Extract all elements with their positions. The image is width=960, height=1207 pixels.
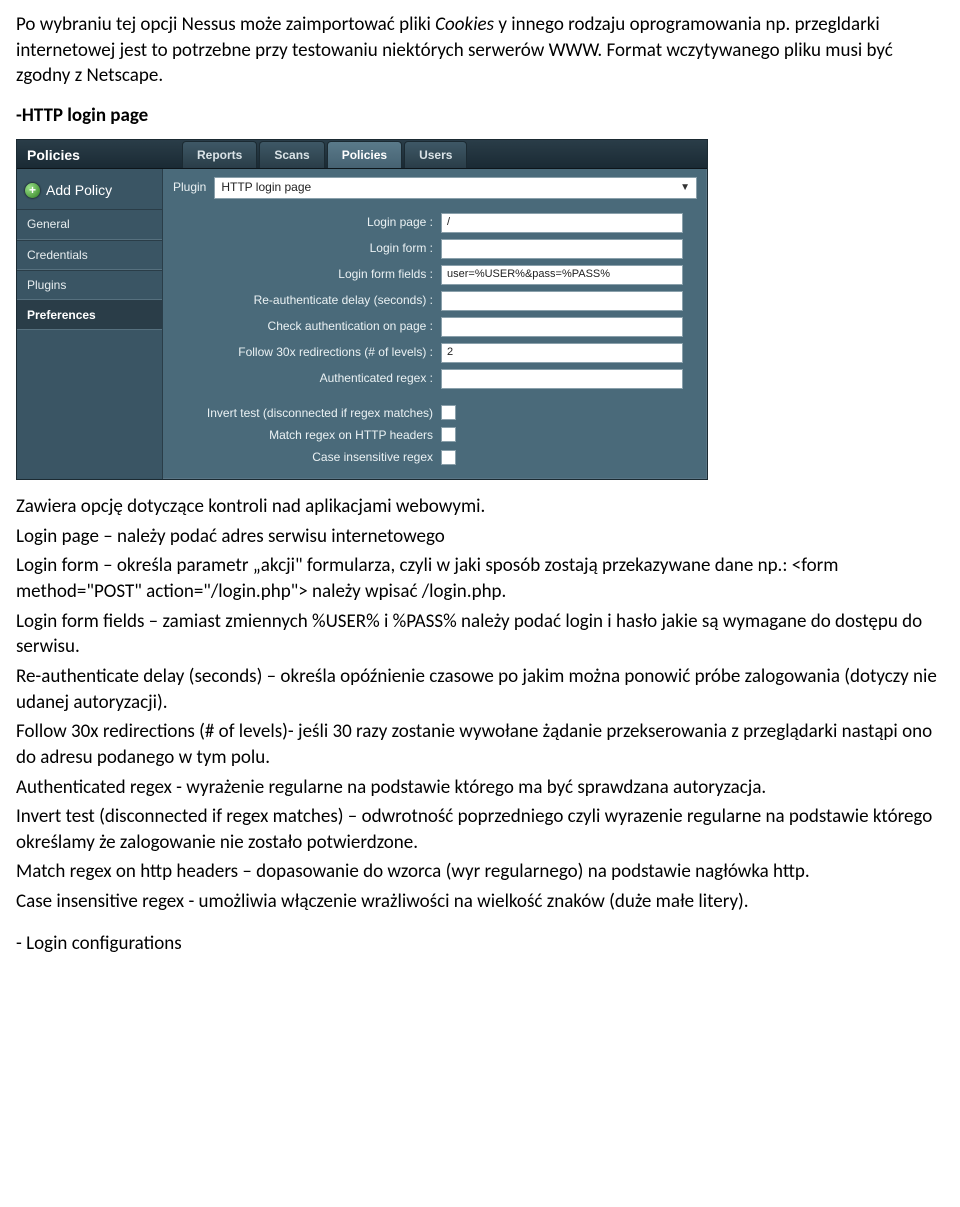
- tab-policies[interactable]: Policies: [327, 141, 402, 167]
- input-reauth-delay[interactable]: [441, 291, 683, 311]
- row-follow-30x: Follow 30x redirections (# of levels) : …: [173, 343, 697, 363]
- plugin-row: Plugin HTTP login page ▼: [173, 177, 697, 199]
- sidebar-item-plugins[interactable]: Plugins: [17, 270, 162, 300]
- row-login-page: Login page : /: [173, 213, 697, 233]
- label-login-form-fields: Login form fields :: [173, 266, 433, 282]
- row-auth-regex: Authenticated regex :: [173, 369, 697, 389]
- input-login-form[interactable]: [441, 239, 683, 259]
- section-login-configurations: - Login configurations: [16, 931, 944, 957]
- label-case-insensitive: Case insensitive regex: [173, 449, 433, 465]
- plus-icon: +: [25, 183, 40, 198]
- row-login-form-fields: Login form fields : user=%USER%&pass=%PA…: [173, 265, 697, 285]
- input-follow-30x[interactable]: 2: [441, 343, 683, 363]
- desc-login-page: Login page – należy podać adres serwisu …: [16, 524, 944, 550]
- row-match-headers: Match regex on HTTP headers: [173, 427, 697, 443]
- add-policy-button[interactable]: + Add Policy: [17, 175, 162, 210]
- chevron-down-icon: ▼: [680, 181, 690, 195]
- row-invert-test: Invert test (disconnected if regex match…: [173, 405, 697, 421]
- plugin-label: Plugin: [173, 179, 206, 195]
- tab-users[interactable]: Users: [404, 141, 467, 167]
- checkbox-invert-test[interactable]: [441, 405, 456, 420]
- sidebar-item-preferences[interactable]: Preferences: [17, 300, 162, 330]
- tab-reports[interactable]: Reports: [182, 141, 257, 167]
- input-check-auth-page[interactable]: [441, 317, 683, 337]
- label-check-auth-page: Check authentication on page :: [173, 318, 433, 334]
- label-reauth-delay: Re-authenticate delay (seconds) :: [173, 292, 433, 308]
- nessus-panel: Policies Reports Scans Policies Users + …: [16, 139, 708, 481]
- input-login-page[interactable]: /: [441, 213, 683, 233]
- row-case-insensitive: Case insensitive regex: [173, 449, 697, 465]
- label-invert-test: Invert test (disconnected if regex match…: [173, 405, 433, 421]
- label-match-headers: Match regex on HTTP headers: [173, 427, 433, 443]
- desc-match-headers: Match regex on http headers – dopasowani…: [16, 859, 944, 885]
- label-follow-30x: Follow 30x redirections (# of levels) :: [173, 344, 433, 360]
- input-login-form-fields[interactable]: user=%USER%&pass=%PASS%: [441, 265, 683, 285]
- row-login-form: Login form :: [173, 239, 697, 259]
- intro-text-a: Po wybraniu tej opcji Nessus może zaimpo…: [16, 13, 435, 36]
- label-auth-regex: Authenticated regex :: [173, 370, 433, 386]
- checkbox-case-insensitive[interactable]: [441, 450, 456, 465]
- checkbox-match-headers[interactable]: [441, 427, 456, 442]
- desc-invert: Invert test (disconnected if regex match…: [16, 804, 944, 855]
- desc-auth-regex: Authenticated regex - wyrażenie regularn…: [16, 775, 944, 801]
- desc-login-form-fields: Login form fields – zamiast zmiennych %U…: [16, 609, 944, 660]
- sidebar-item-credentials[interactable]: Credentials: [17, 240, 162, 270]
- input-auth-regex[interactable]: [441, 369, 683, 389]
- nessus-sidebar: + Add Policy General Credentials Plugins…: [17, 169, 163, 480]
- desc-login-form: Login form – określa parametr „akcji" fo…: [16, 553, 944, 604]
- row-check-auth-page: Check authentication on page :: [173, 317, 697, 337]
- desc-zawiera: Zawiera opcję dotyczące kontroli nad apl…: [16, 494, 944, 520]
- nessus-body: + Add Policy General Credentials Plugins…: [17, 169, 707, 480]
- nessus-tabs: Reports Scans Policies Users: [182, 140, 469, 168]
- intro-italic: Cookies: [435, 13, 494, 36]
- label-login-page: Login page :: [173, 214, 433, 230]
- desc-follow30x: Follow 30x redirections (# of levels)- j…: [16, 719, 944, 770]
- row-reauth-delay: Re-authenticate delay (seconds) :: [173, 291, 697, 311]
- nessus-title: Policies: [17, 140, 182, 168]
- nessus-main: Plugin HTTP login page ▼ Login page : / …: [163, 169, 707, 480]
- add-policy-label: Add Policy: [46, 181, 112, 200]
- section-http-login-page: -HTTP login page: [16, 103, 944, 129]
- nessus-topbar: Policies Reports Scans Policies Users: [17, 140, 707, 169]
- desc-case: Case insensitive regex - umożliwia włącz…: [16, 889, 944, 915]
- sidebar-item-general[interactable]: General: [17, 209, 162, 239]
- desc-reauth: Re-authenticate delay (seconds) – określ…: [16, 664, 944, 715]
- plugin-select-value: HTTP login page: [221, 179, 311, 195]
- plugin-select[interactable]: HTTP login page ▼: [214, 177, 697, 199]
- form-rows: Login page : / Login form : Login form f…: [173, 213, 697, 466]
- label-login-form: Login form :: [173, 240, 433, 256]
- tab-scans[interactable]: Scans: [259, 141, 324, 167]
- intro-paragraph: Po wybraniu tej opcji Nessus może zaimpo…: [16, 12, 944, 89]
